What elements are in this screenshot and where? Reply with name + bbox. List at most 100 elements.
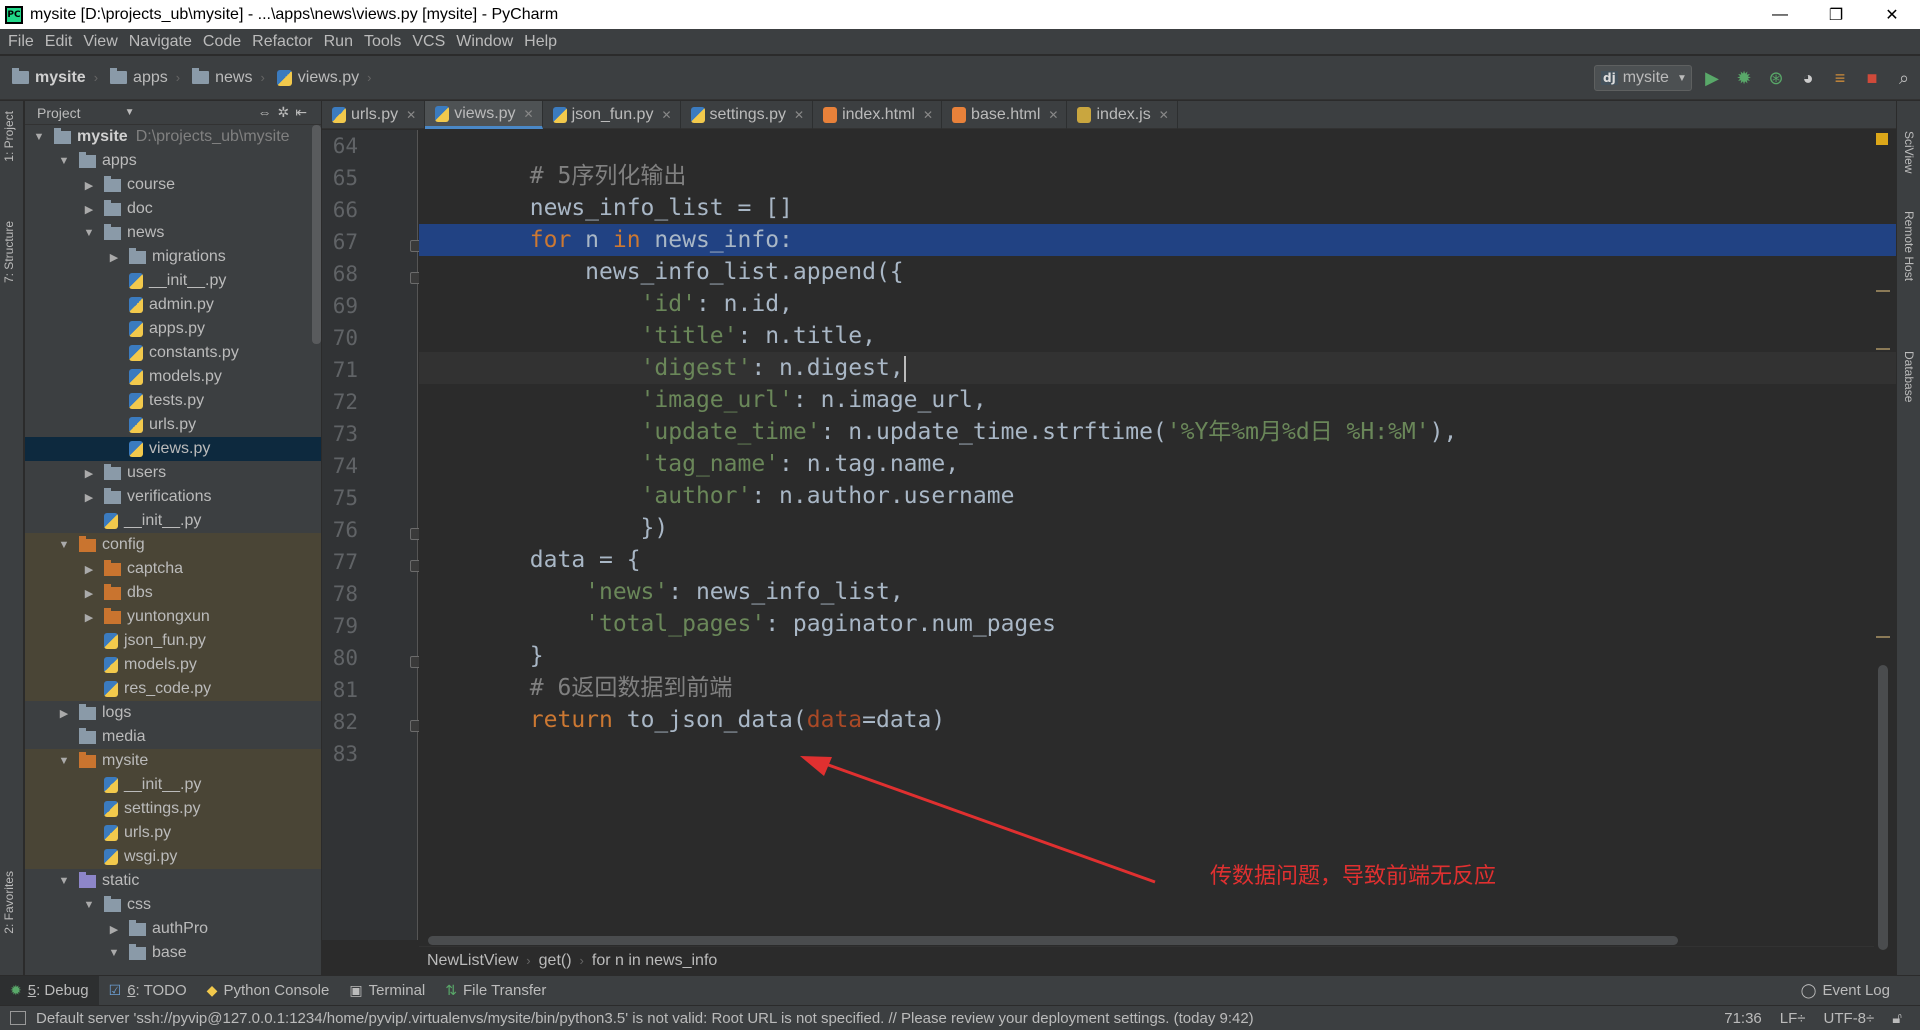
file-transfer-button[interactable]: ⇅ File Transfer xyxy=(435,976,556,1006)
tree-folder[interactable]: ▶ migrations xyxy=(25,245,321,269)
minimize-button[interactable]: — xyxy=(1752,0,1808,29)
tree-folder[interactable]: ▼ news xyxy=(25,221,321,245)
tab-index-js[interactable]: index.js ✕ xyxy=(1067,101,1178,129)
todo-tool-button[interactable]: ☑ 6: TODO xyxy=(99,976,197,1006)
expand-arrow-icon[interactable]: ▶ xyxy=(83,611,95,624)
tab-remote-host[interactable]: Remote Host xyxy=(1902,211,1916,281)
nav-crumb-apps[interactable]: apps › xyxy=(110,68,180,87)
tree-folder[interactable]: ▶ verifications xyxy=(25,485,321,509)
tab-database[interactable]: Database xyxy=(1902,351,1916,402)
expand-arrow-icon[interactable]: ▶ xyxy=(58,707,70,720)
close-icon[interactable]: ✕ xyxy=(1159,108,1169,122)
line-separator[interactable]: LF÷ xyxy=(1780,1010,1806,1027)
project-scrollbar[interactable] xyxy=(312,125,321,344)
close-icon[interactable]: ✕ xyxy=(406,108,416,122)
tree-folder[interactable]: ▼ css xyxy=(25,893,321,917)
tree-file[interactable]: admin.py xyxy=(25,293,321,317)
tab-favorites[interactable]: 2: Favorites xyxy=(2,871,16,934)
tree-file[interactable]: tests.py xyxy=(25,389,321,413)
stripe-marker[interactable] xyxy=(1876,636,1890,638)
menu-tools[interactable]: Tools xyxy=(364,33,401,51)
tree-file[interactable]: __init__.py xyxy=(25,509,321,533)
close-icon[interactable]: ✕ xyxy=(794,108,804,122)
tree-file[interactable]: urls.py xyxy=(25,413,321,437)
expand-arrow-icon[interactable]: ▼ xyxy=(58,875,70,887)
tree-folder[interactable]: ▼ config xyxy=(25,533,321,557)
breadcrumb-class[interactable]: NewListView xyxy=(427,952,518,970)
close-icon[interactable]: ✕ xyxy=(1048,108,1058,122)
expand-arrow-icon[interactable]: ▼ xyxy=(58,539,70,551)
tab-urls-py[interactable]: urls.py ✕ xyxy=(322,101,426,129)
expand-arrow-icon[interactable]: ▶ xyxy=(108,251,120,264)
tree-file[interactable]: res_code.py xyxy=(25,677,321,701)
menu-view[interactable]: View xyxy=(83,33,117,51)
tree-folder[interactable]: ▶ doc xyxy=(25,197,321,221)
tab-json-fun-py[interactable]: json_fun.py ✕ xyxy=(543,101,681,129)
coverage-icon[interactable]: ⊛ xyxy=(1760,68,1792,89)
terminal-button[interactable]: ▣ Terminal xyxy=(339,976,435,1006)
tab-sciview[interactable]: SciView xyxy=(1902,131,1916,173)
tab-base-html[interactable]: base.html ✕ xyxy=(942,101,1068,129)
tree-file[interactable]: views.py xyxy=(25,437,321,461)
menu-help[interactable]: Help xyxy=(524,33,557,51)
menu-file[interactable]: File xyxy=(8,33,34,51)
close-icon[interactable]: ✕ xyxy=(524,107,534,121)
expand-arrow-icon[interactable]: ▼ xyxy=(58,755,70,767)
expand-arrow-icon[interactable]: ▶ xyxy=(83,179,95,192)
close-icon[interactable]: ✕ xyxy=(923,108,933,122)
python-console-button[interactable]: ◆ Python Console xyxy=(197,976,340,1006)
tree-file[interactable]: models.py xyxy=(25,653,321,677)
tab-views-py[interactable]: views.py ✕ xyxy=(425,101,543,129)
tree-file[interactable]: __init__.py xyxy=(25,269,321,293)
tab-settings-py[interactable]: settings.py ✕ xyxy=(681,101,814,129)
run-icon[interactable]: ▶ xyxy=(1696,68,1728,89)
tree-folder[interactable]: ▶ users xyxy=(25,461,321,485)
panel-tools-icons[interactable]: ⇔✲⇤ xyxy=(258,104,313,121)
expand-arrow-icon[interactable]: ▼ xyxy=(83,227,95,239)
tree-folder[interactable]: ▼ apps xyxy=(25,149,321,173)
event-log-button[interactable]: ◯ Event Log xyxy=(1791,976,1900,1006)
expand-arrow-icon[interactable]: ▶ xyxy=(83,563,95,576)
expand-arrow-icon[interactable]: ▼ xyxy=(33,131,45,143)
tree-folder[interactable]: ▶ course xyxy=(25,173,321,197)
profile-icon[interactable]: ◕ xyxy=(1792,68,1824,89)
tree-folder[interactable]: media xyxy=(25,725,321,749)
stop-icon[interactable]: ■ xyxy=(1856,68,1888,89)
file-encoding[interactable]: UTF-8÷ xyxy=(1824,1010,1875,1027)
tree-file[interactable]: apps.py xyxy=(25,317,321,341)
tree-file[interactable]: __init__.py xyxy=(25,773,321,797)
menu-edit[interactable]: Edit xyxy=(45,33,73,51)
tree-folder[interactable]: ▼ base xyxy=(25,941,321,965)
tree-file[interactable]: settings.py xyxy=(25,797,321,821)
tool-windows-toggle-icon[interactable] xyxy=(10,1011,26,1025)
expand-arrow-icon[interactable]: ▼ xyxy=(58,155,70,167)
debug-icon[interactable]: ✹ xyxy=(1728,68,1760,89)
stripe-marker[interactable] xyxy=(1876,348,1890,350)
tree-file[interactable]: models.py xyxy=(25,365,321,389)
tree-folder[interactable]: ▶ dbs xyxy=(25,581,321,605)
run-configuration-dropdown[interactable]: dj mysite ▼ xyxy=(1594,65,1692,91)
tab-index-html[interactable]: index.html ✕ xyxy=(813,101,943,129)
editor-horizontal-scrollbar[interactable] xyxy=(428,936,1678,945)
nav-crumb-root[interactable]: mysite › xyxy=(12,68,98,87)
breadcrumb-loop[interactable]: for n in news_info xyxy=(592,952,717,970)
expand-arrow-icon[interactable]: ▼ xyxy=(83,899,95,911)
menu-code[interactable]: Code xyxy=(203,33,241,51)
tree-folder[interactable]: ▶ authPro xyxy=(25,917,321,941)
menu-navigate[interactable]: Navigate xyxy=(129,33,192,51)
expand-arrow-icon[interactable]: ▶ xyxy=(83,587,95,600)
cursor-position[interactable]: 71:36 xyxy=(1724,1010,1762,1027)
close-icon[interactable]: ✕ xyxy=(661,108,671,122)
tree-folder[interactable]: ▶ captcha xyxy=(25,557,321,581)
warning-marker[interactable] xyxy=(1876,133,1888,145)
nav-crumb-news[interactable]: news › xyxy=(192,68,265,87)
expand-arrow-icon[interactable]: ▼ xyxy=(108,947,120,959)
lock-icon[interactable]: 🔓︎ xyxy=(1892,1010,1902,1027)
close-window-button[interactable]: ✕ xyxy=(1864,0,1920,29)
menu-window[interactable]: Window xyxy=(456,33,513,51)
tree-folder[interactable]: ▶ logs xyxy=(25,701,321,725)
expand-arrow-icon[interactable]: ▶ xyxy=(83,203,95,216)
tree-folder[interactable]: ▼ mysite xyxy=(25,749,321,773)
nav-crumb-file[interactable]: views.py › xyxy=(276,69,372,87)
editor-vertical-scrollbar[interactable] xyxy=(1878,665,1888,950)
